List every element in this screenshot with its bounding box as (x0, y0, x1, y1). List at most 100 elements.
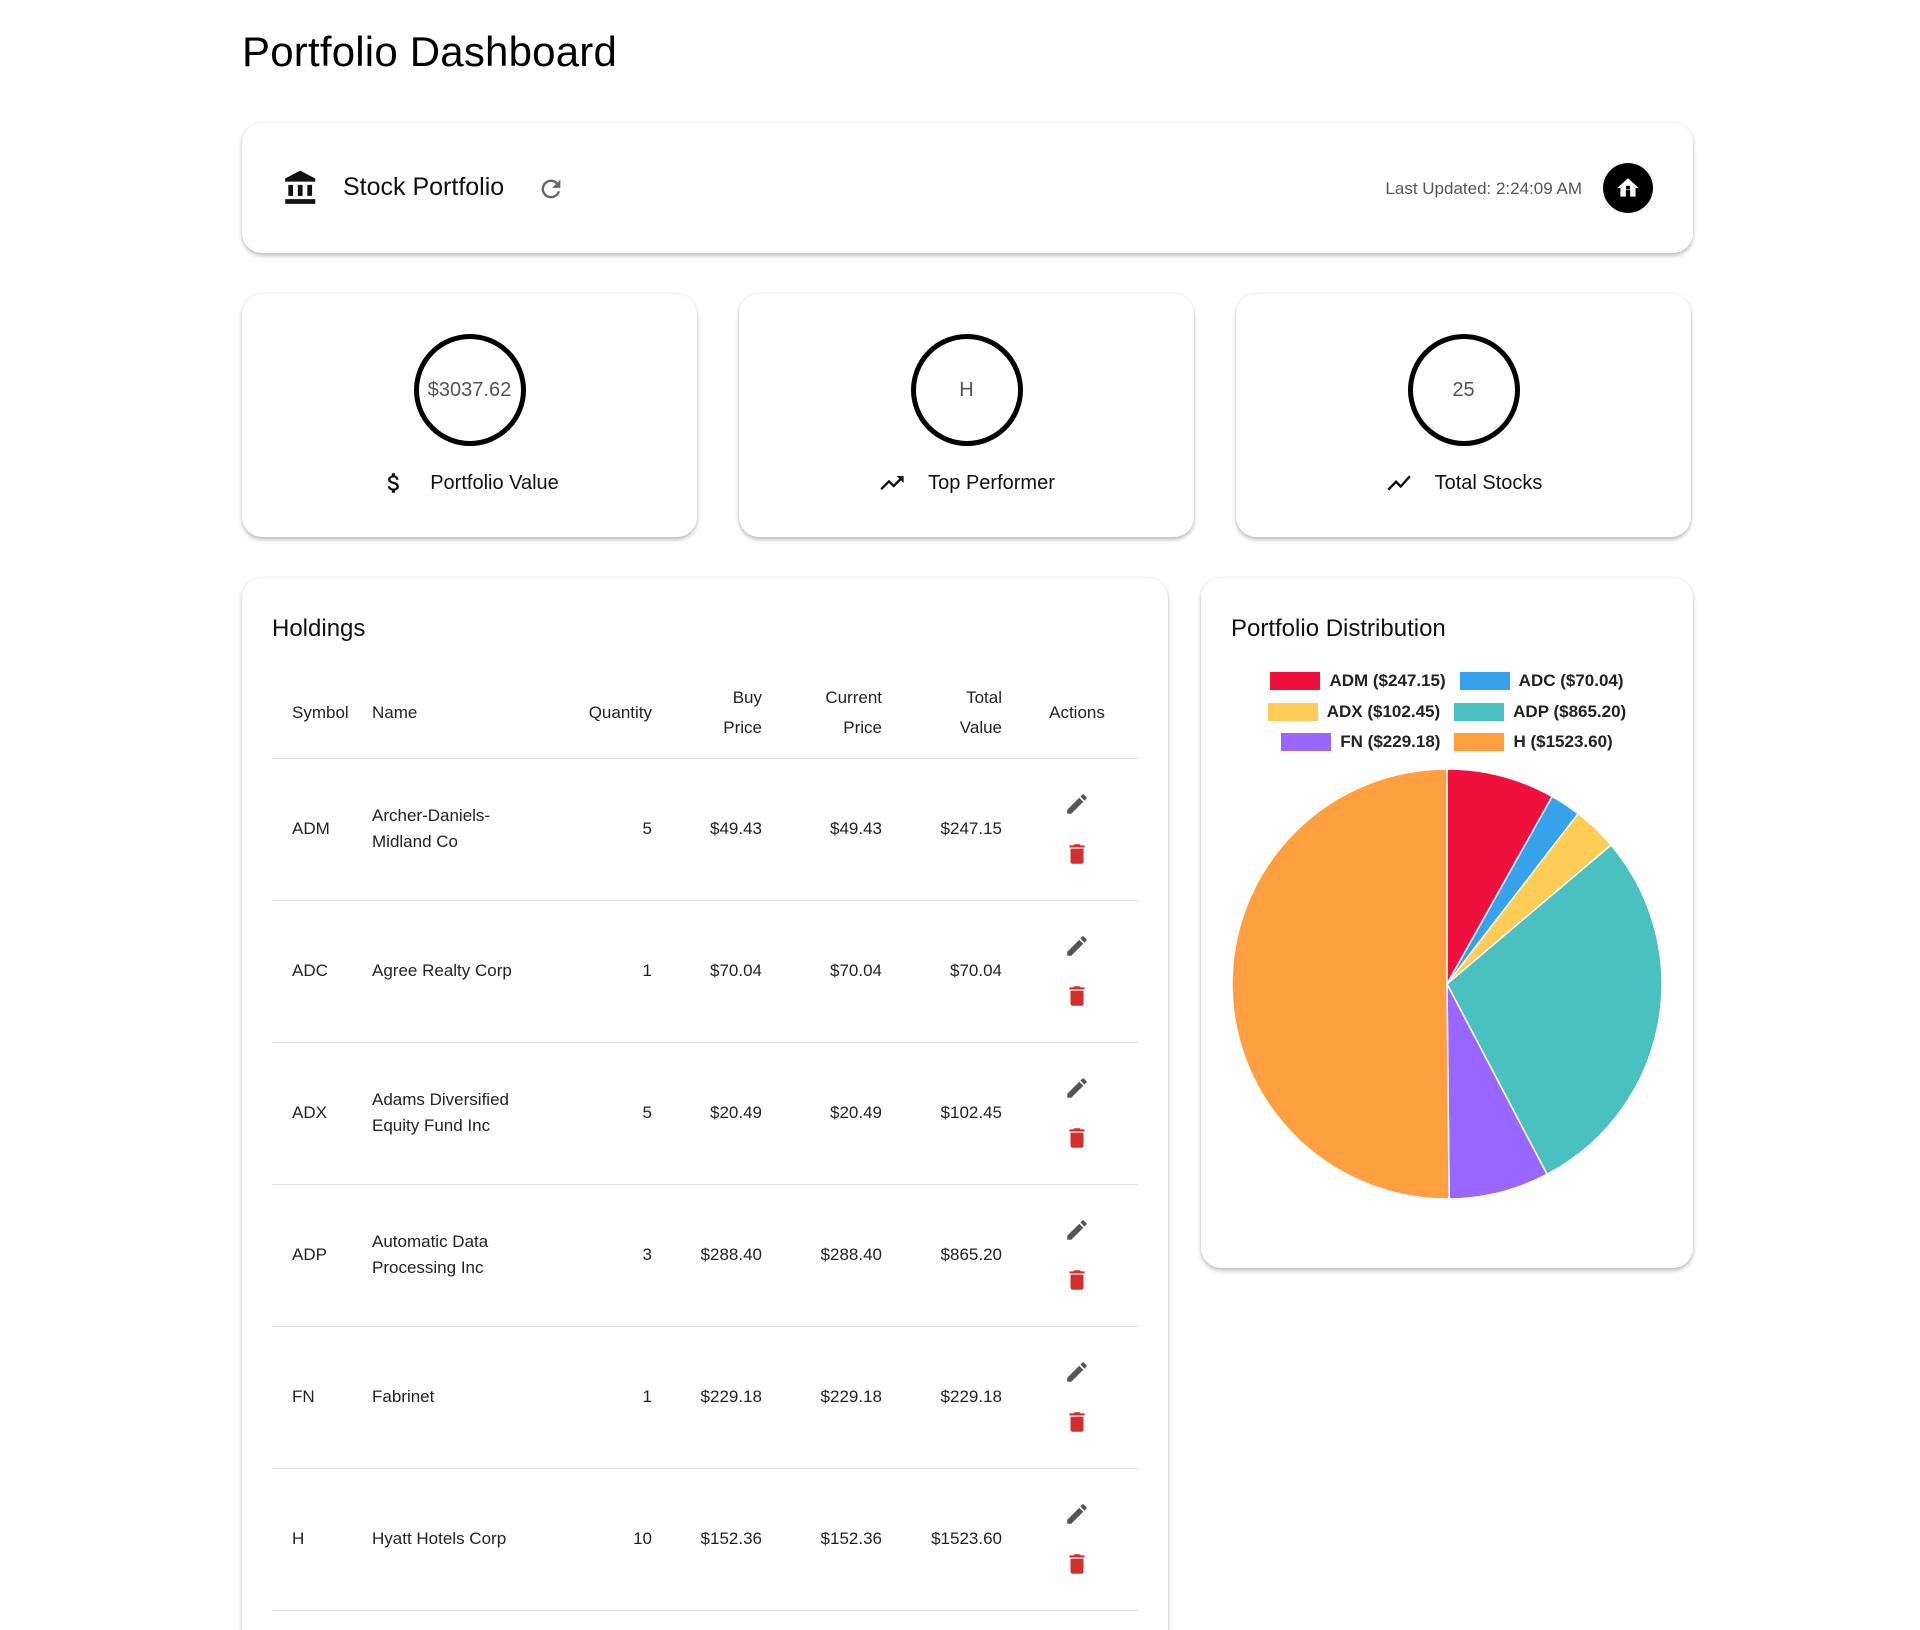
legend-swatch (1454, 702, 1505, 721)
legend-label: H ($1523.60) (1513, 732, 1613, 752)
cell-name: Adams Diversified Equity Fund Inc (372, 1042, 562, 1185)
column-header-quantity: Quantity (562, 668, 652, 759)
cell-total-value: $1523.60 (882, 1468, 1002, 1611)
cell-total-value: $70.04 (882, 900, 1002, 1043)
legend-label: ADC ($70.04) (1518, 671, 1624, 691)
column-header-symbol: Symbol (272, 668, 372, 759)
show-chart-icon (1385, 469, 1413, 497)
table-row: ADP Automatic Data Processing Inc 3 $288.40… (272, 1184, 1138, 1327)
legend-item-adx[interactable]: ADX ($102.45) (1267, 701, 1441, 722)
edit-icon[interactable] (1064, 933, 1090, 959)
delete-icon[interactable] (1064, 841, 1090, 867)
column-header-current-price: Current Price (762, 668, 882, 759)
cell-quantity: 3 (562, 1184, 652, 1327)
cell-current-price: $288.40 (762, 1184, 882, 1327)
home-button[interactable] (1603, 163, 1653, 213)
legend-item-fn[interactable]: FN ($229.18) (1281, 732, 1440, 752)
cell-total-value: $865.20 (882, 1184, 1002, 1327)
legend-swatch (1270, 672, 1321, 691)
chart-legend: ADM ($247.15) ADC ($70.04) ADX ($102.45) AD… (1201, 666, 1693, 758)
table-row: FN Fabrinet 1 $229.18 $229.18 $229.18 (272, 1326, 1138, 1469)
cell-symbol: ADC (272, 900, 372, 1043)
legend-item-h[interactable]: H ($1523.60) (1454, 732, 1613, 752)
total-stocks-circle: 25 (1407, 334, 1520, 446)
edit-icon[interactable] (1064, 1217, 1090, 1243)
cell-actions (1002, 1184, 1138, 1327)
distribution-card: Portfolio Distribution ADM ($247.15) ADC … (1201, 578, 1693, 1268)
cell-symbol: ADX (272, 1042, 372, 1185)
cell-quantity: 1 (562, 1326, 652, 1469)
legend-label: ADM ($247.15) (1329, 671, 1446, 691)
cell-actions (1002, 758, 1138, 901)
edit-icon[interactable] (1064, 1075, 1090, 1101)
legend-label: ADX ($102.45) (1326, 701, 1441, 721)
cell-symbol: ADP (272, 1184, 372, 1327)
portfolio-value-circle: $3037.62 (413, 334, 526, 446)
delete-icon[interactable] (1064, 1409, 1090, 1435)
cell-symbol: ADM (272, 758, 372, 901)
top-performer-card: H Top Performer (739, 294, 1194, 537)
legend-swatch (1454, 733, 1505, 752)
cell-symbol: H (272, 1468, 372, 1611)
legend-label: ADP ($865.20) (1513, 701, 1627, 721)
edit-icon[interactable] (1064, 791, 1090, 817)
delete-icon[interactable] (1064, 1125, 1090, 1151)
cell-name: Agree Realty Corp (372, 900, 562, 1043)
home-icon (1615, 175, 1641, 201)
cell-total-value: $247.15 (882, 758, 1002, 901)
column-header-buy-price: Buy Price (652, 668, 762, 759)
cell-symbol: FN (272, 1326, 372, 1469)
portfolio-pie-chart (1231, 768, 1663, 1200)
cell-buy-price: $70.04 (652, 900, 762, 1043)
refresh-icon[interactable] (537, 175, 565, 203)
cell-quantity: 10 (562, 1468, 652, 1611)
cell-actions (1002, 1326, 1138, 1469)
edit-icon[interactable] (1064, 1359, 1090, 1385)
holdings-table: Symbol Name Quantity Buy Price Current P… (272, 668, 1138, 1611)
legend-item-adp[interactable]: ADP ($865.20) (1454, 702, 1626, 722)
cell-current-price: $152.36 (762, 1468, 882, 1611)
total-stocks-label: Total Stocks (1434, 471, 1543, 494)
holdings-card: Holdings Symbol Name Quantity Buy Price … (242, 578, 1168, 1630)
cell-name: Hyatt Hotels Corp (372, 1468, 562, 1611)
cell-quantity: 5 (562, 758, 652, 901)
column-header-actions: Actions (1002, 668, 1138, 759)
last-updated-text: Last Updated: 2:24:09 AM (1385, 179, 1582, 198)
legend-item-adc[interactable]: ADC ($70.04) (1459, 671, 1624, 691)
top-performer-label: Top Performer (928, 471, 1055, 494)
cell-quantity: 1 (562, 900, 652, 1043)
trending-up-icon (878, 469, 906, 497)
holdings-title: Holdings (272, 615, 366, 642)
cell-current-price: $20.49 (762, 1042, 882, 1185)
bank-icon (282, 169, 320, 207)
pie-slice-h[interactable] (1231, 768, 1450, 1200)
column-header-name: Name (372, 668, 562, 759)
portfolio-value-label: Portfolio Value (430, 471, 559, 494)
cell-current-price: $229.18 (762, 1326, 882, 1469)
cell-actions (1002, 1468, 1138, 1611)
portfolio-header-card: Stock Portfolio Last Updated: 2:24:09 AM (242, 123, 1693, 253)
legend-swatch (1281, 733, 1332, 752)
cell-total-value: $102.45 (882, 1042, 1002, 1185)
page-title: Portfolio Dashboard (242, 28, 618, 75)
column-header-total-value: Total Value (882, 668, 1002, 759)
cell-name: Automatic Data Processing Inc (372, 1184, 562, 1327)
cell-buy-price: $152.36 (652, 1468, 762, 1611)
legend-label: FN ($229.18) (1340, 732, 1441, 752)
cell-name: Fabrinet (372, 1326, 562, 1469)
cell-name: Archer-Daniels-Midland Co (372, 758, 562, 901)
cell-quantity: 5 (562, 1042, 652, 1185)
table-row: ADX Adams Diversified Equity Fund Inc 5 $20… (272, 1042, 1138, 1185)
edit-icon[interactable] (1064, 1501, 1090, 1527)
table-row: H Hyatt Hotels Corp 10 $152.36 $152.36 $1523.… (272, 1468, 1138, 1611)
total-stocks-card: 25 Total Stocks (1236, 294, 1691, 537)
cell-buy-price: $288.40 (652, 1184, 762, 1327)
delete-icon[interactable] (1064, 983, 1090, 1009)
legend-swatch (1459, 672, 1510, 691)
distribution-title: Portfolio Distribution (1231, 615, 1446, 642)
table-header-row: Symbol Name Quantity Buy Price Current P… (272, 668, 1138, 759)
delete-icon[interactable] (1064, 1267, 1090, 1293)
delete-icon[interactable] (1064, 1551, 1090, 1577)
cell-actions (1002, 1042, 1138, 1185)
legend-item-adm[interactable]: ADM ($247.15) (1270, 671, 1446, 691)
